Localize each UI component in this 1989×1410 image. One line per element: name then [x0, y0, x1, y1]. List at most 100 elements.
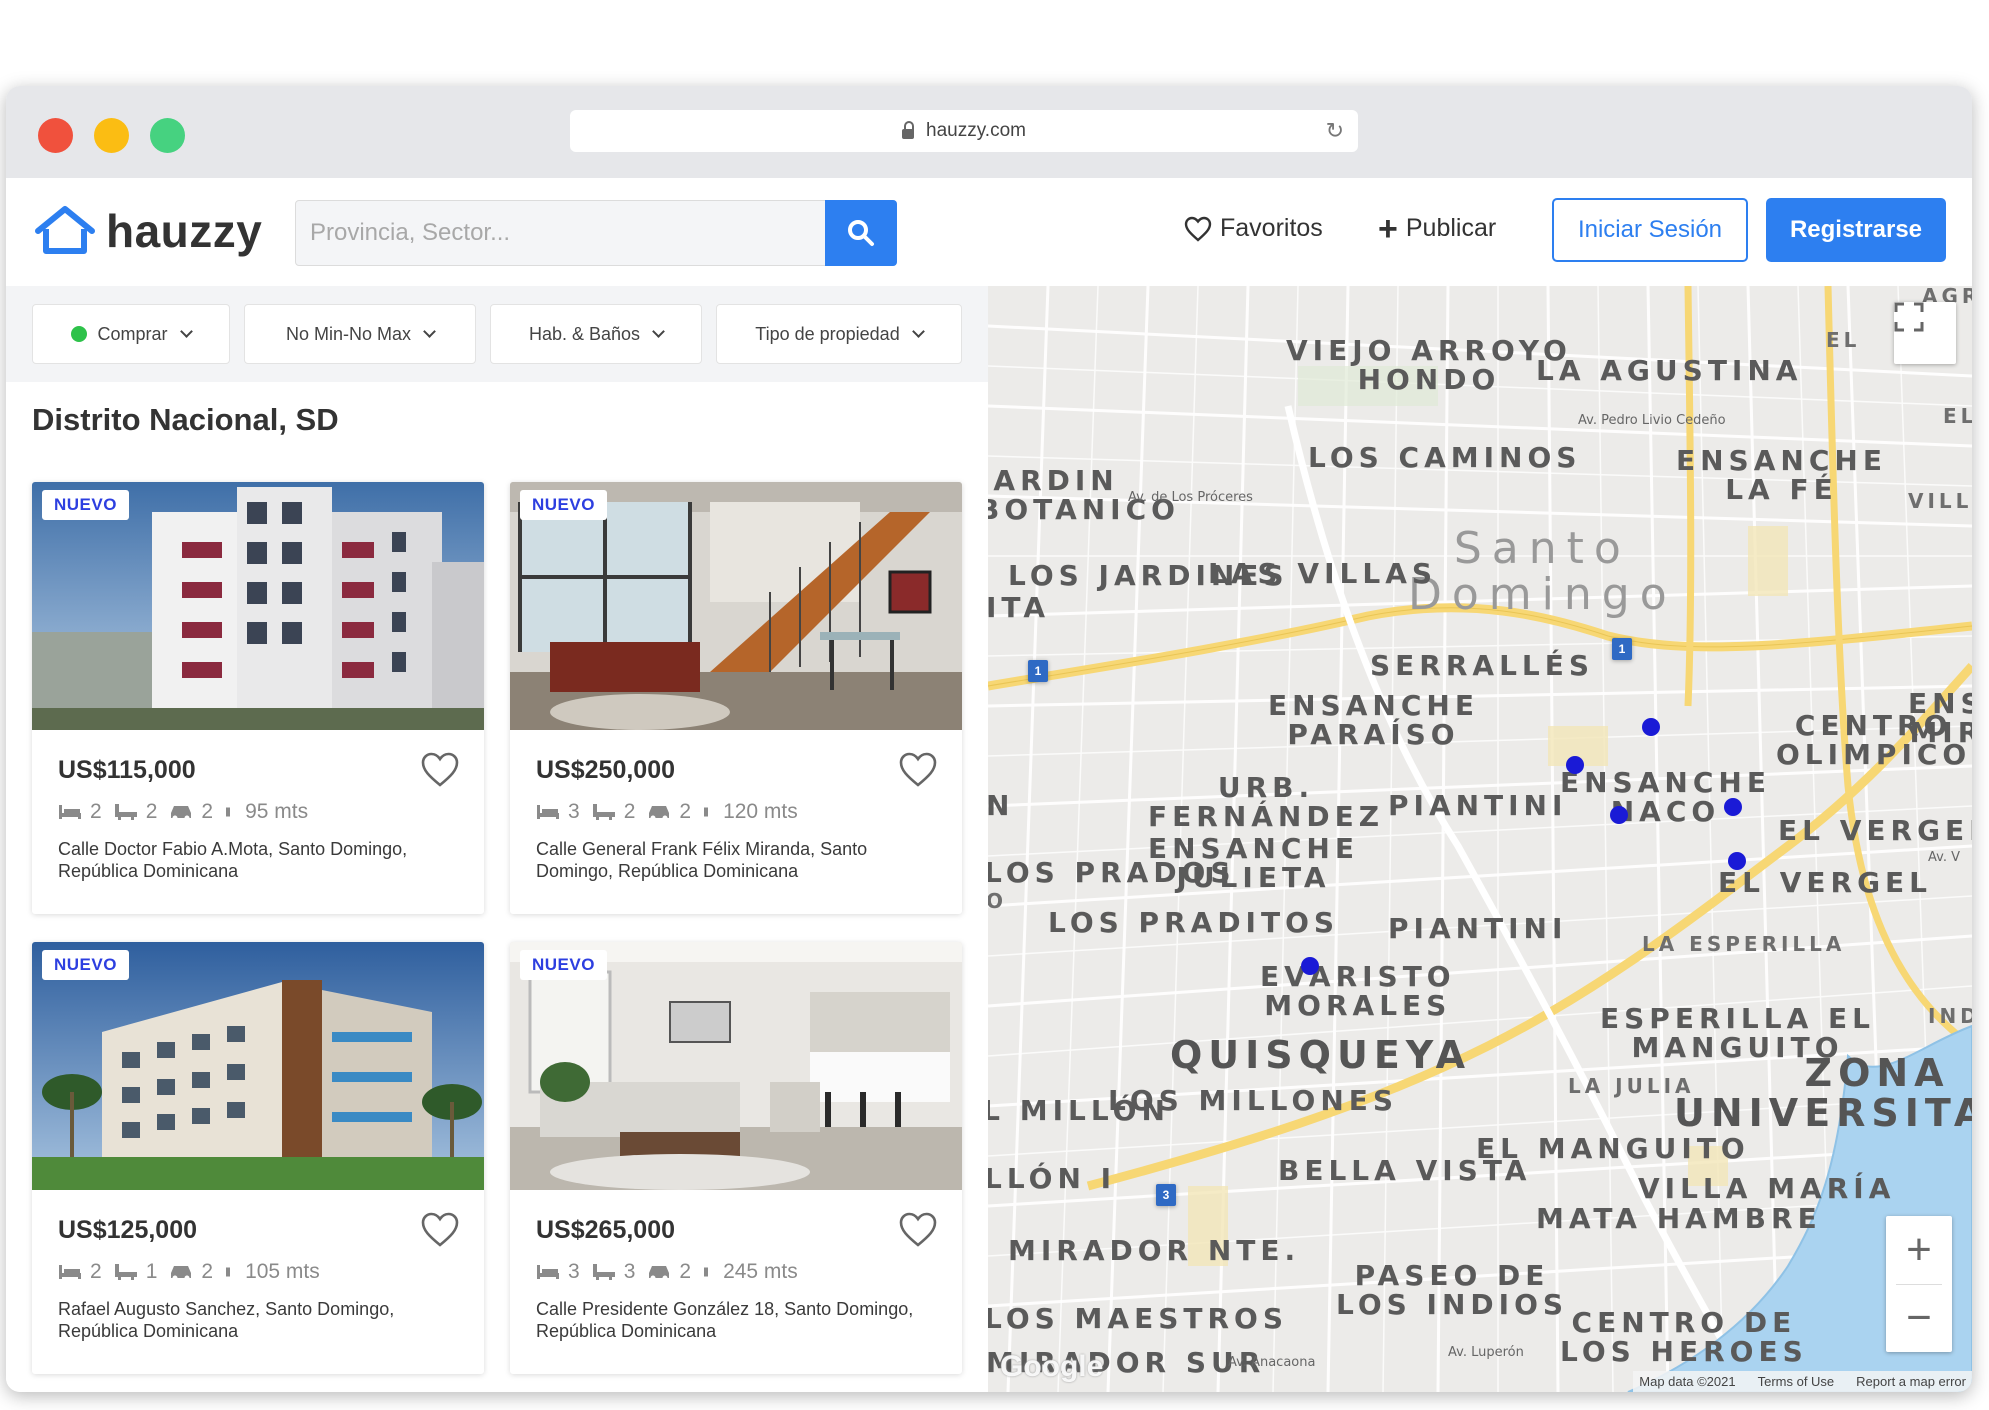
beds-count: 3	[568, 1260, 580, 1283]
map-label: Av. de Los Próceres	[1128, 490, 1253, 505]
zoom-out-button[interactable]: −	[1886, 1284, 1952, 1352]
fullscreen-icon	[1894, 302, 1924, 332]
map-label: VIEJO ARROYO HONDO	[1286, 334, 1572, 397]
listing-card[interactable]: NUEVO US$125,000 2 1 2 105 mts Rafael Au…	[32, 942, 484, 1374]
listing-address: Calle Presidente González 18, Santo Domi…	[536, 1299, 914, 1341]
search-input[interactable]	[296, 201, 832, 265]
map-label: BELLA VISTA	[1278, 1154, 1532, 1187]
area-value: 120 mts	[723, 800, 798, 823]
address-bar[interactable]: hauzzy.com ↻	[570, 110, 1358, 152]
zoom-in-button[interactable]: +	[1886, 1216, 1952, 1284]
map-label: LOS MILLONES	[1108, 1084, 1399, 1117]
beds-count: 3	[568, 800, 580, 823]
operation-filter[interactable]: Comprar	[32, 304, 230, 364]
search-button[interactable]	[825, 200, 897, 266]
logo[interactable]: hauzzy	[34, 204, 262, 258]
browser-window: hauzzy.com ↻ hauzzy Favoritos	[6, 86, 1972, 1392]
baths-count: 2	[623, 800, 636, 823]
new-badge: NUEVO	[520, 490, 607, 520]
listing-map-pin[interactable]	[1724, 798, 1742, 816]
favorite-heart-icon[interactable]	[898, 1210, 938, 1250]
map-label: EL	[1826, 328, 1861, 352]
highway-shield-icon: 3	[1156, 1184, 1176, 1206]
map-label: ENSA MIRA	[1908, 687, 1972, 750]
chevron-down-icon	[179, 324, 193, 338]
map-label: Av. Pedro Livio Cedeño	[1578, 413, 1726, 428]
listing-photo[interactable]: NUEVO	[510, 482, 962, 730]
bed-icon	[537, 1265, 559, 1279]
favorite-heart-icon[interactable]	[420, 750, 460, 790]
report-error-link[interactable]: Report a map error	[1856, 1374, 1966, 1389]
favorites-label: Favoritos	[1220, 214, 1323, 242]
map-label: LA ESPERILLA	[1642, 932, 1846, 956]
parking-count: 2	[679, 1260, 692, 1283]
listing-photo[interactable]: NUEVO	[510, 942, 962, 1190]
map-label: URB. FERNÁNDEZ	[1148, 771, 1385, 834]
map-label: LOS PRADITOS	[1048, 906, 1340, 939]
type-filter[interactable]: Tipo de propiedad	[716, 304, 962, 364]
map-label: MIRADOR NTE.	[1008, 1234, 1301, 1267]
region-title: Distrito Nacional, SD	[32, 402, 339, 437]
favorite-heart-icon[interactable]	[420, 1210, 460, 1250]
map-label: Av. V	[1928, 850, 1960, 865]
rooms-filter[interactable]: Hab. & Baños	[490, 304, 702, 364]
map-view[interactable]: VIEJO ARROYO HONDO LA AGUSTINA Av. Pedro…	[988, 286, 1972, 1392]
login-button[interactable]: Iniciar Sesión	[1552, 198, 1748, 262]
rooms-filter-label: Hab. & Baños	[528, 323, 641, 344]
area-value: 95 mts	[245, 800, 309, 823]
listing-card[interactable]: NUEVO US$250,000 3 2 2 120 mts Calle Gen…	[510, 482, 962, 914]
listing-photo[interactable]: NUEVO	[32, 482, 484, 730]
listing-map-pin[interactable]	[1301, 957, 1319, 975]
bath-icon	[592, 1264, 615, 1280]
ruler-icon	[704, 807, 709, 817]
map-label: LAS VILLAS	[1208, 557, 1438, 590]
map-label: SERRALLÉS	[1370, 649, 1595, 682]
listing-specs: 3 3 2 245 mts	[536, 1260, 810, 1284]
map-label: ENSANCHE NACO	[1560, 766, 1771, 829]
publish-label: Publicar	[1405, 214, 1497, 242]
favorite-heart-icon[interactable]	[898, 750, 938, 790]
favorites-link[interactable]: Favoritos	[1184, 214, 1323, 243]
filter-bar: Comprar No Min-No Max Hab. & Baños Tipo …	[6, 286, 988, 382]
minimize-window-button[interactable]	[94, 118, 129, 153]
fullscreen-button[interactable]	[1894, 302, 1956, 364]
beds-count: 2	[90, 1260, 102, 1283]
chevron-down-icon	[911, 324, 925, 338]
listing-specs: 2 1 2 105 mts	[58, 1260, 332, 1284]
close-window-button[interactable]	[38, 118, 73, 153]
bed-icon	[59, 805, 81, 819]
map-attribution: Map data ©2021 Terms of Use Report a map…	[1633, 1371, 1972, 1392]
car-icon	[649, 1266, 670, 1281]
map-label: EL VERGEL	[1718, 866, 1933, 899]
map-label: PIANTINI	[1388, 912, 1568, 945]
map-label: EL VERGEL	[1778, 814, 1972, 847]
register-button[interactable]: Registrarse	[1766, 198, 1946, 262]
maximize-window-button[interactable]	[150, 118, 185, 153]
reload-icon[interactable]: ↻	[1326, 118, 1344, 144]
listing-photo[interactable]: NUEVO	[32, 942, 484, 1190]
bath-icon	[114, 1264, 137, 1280]
listing-card[interactable]: NUEVO US$115,000 2 2 2 95 mts Calle Doct…	[32, 482, 484, 914]
operation-filter-label: Comprar	[97, 323, 168, 344]
car-icon	[649, 806, 670, 821]
bed-icon	[59, 1265, 81, 1279]
publish-link[interactable]: + Publicar	[1378, 212, 1497, 246]
listing-map-pin[interactable]	[1642, 718, 1660, 736]
city-label: Santo Domingo	[1408, 523, 1677, 621]
ruler-icon	[704, 1267, 709, 1277]
terms-link[interactable]: Terms of Use	[1758, 1374, 1835, 1389]
map-label: MATA HAMBRE	[1536, 1202, 1822, 1235]
map-label: IND	[1928, 1004, 1972, 1028]
ruler-icon	[226, 1267, 231, 1277]
listing-map-pin[interactable]	[1566, 756, 1584, 774]
listing-price: US$250,000	[536, 756, 676, 784]
highway-shield-icon: 1	[1612, 638, 1632, 660]
price-filter[interactable]: No Min-No Max	[244, 304, 476, 364]
listing-map-pin[interactable]	[1610, 806, 1628, 824]
bath-icon	[114, 804, 137, 820]
site-header: hauzzy Favoritos + Publicar Iniciar Sesi…	[6, 178, 1972, 287]
listing-map-pin[interactable]	[1728, 852, 1746, 870]
listing-address: Calle Doctor Fabio A.Mota, Santo Domingo…	[58, 839, 408, 881]
type-filter-label: Tipo de propiedad	[755, 323, 900, 344]
listing-card[interactable]: NUEVO US$265,000 3 3 2 245 mts Calle Pre…	[510, 942, 962, 1374]
